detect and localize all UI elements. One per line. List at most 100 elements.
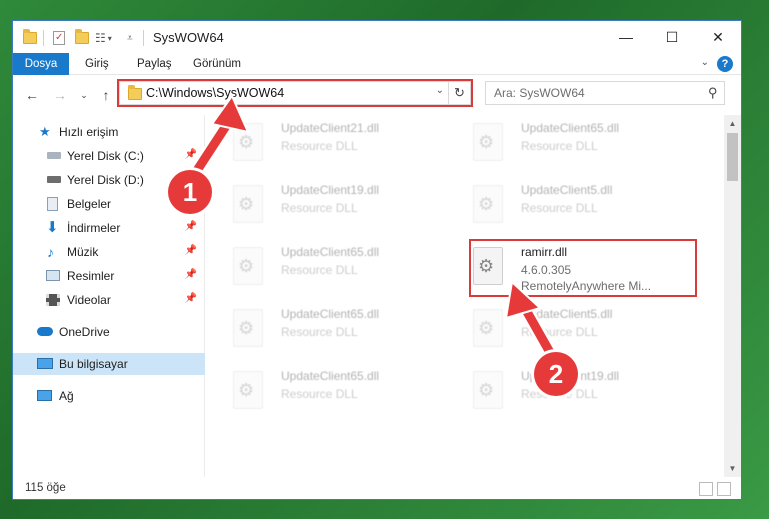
expand-ribbon-icon[interactable]: ⌄ (701, 57, 709, 68)
file-name: UpdateClient65.dll (521, 121, 620, 135)
download-icon: ⬇ (46, 219, 59, 236)
drive-icon (47, 152, 61, 159)
divider (43, 30, 44, 46)
pin-icon[interactable]: 📌 (185, 269, 197, 280)
new-folder-button[interactable] (75, 29, 89, 47)
file-tile[interactable]: UpdateClient65.dll Resource DLL (457, 115, 687, 171)
sidebar-item-label: Yerel Disk (C:) (67, 149, 144, 163)
tab-home[interactable]: Giriş (73, 53, 121, 75)
minimize-button[interactable]: — (603, 21, 649, 53)
sidebar-item-label: OneDrive (59, 325, 110, 339)
quick-access-toolbar (23, 29, 37, 47)
dll-file-icon (473, 123, 503, 161)
customize-icon: ⩡ (127, 32, 133, 44)
tab-file[interactable]: Dosya (13, 53, 69, 75)
documents-icon (47, 197, 58, 211)
dll-file-icon (233, 309, 263, 347)
sidebar-item-label: İndirmeler (67, 221, 121, 235)
dll-file-icon (233, 185, 263, 223)
properties-icon: ✓ (53, 31, 65, 45)
dll-file-icon (473, 309, 503, 347)
forward-button[interactable]: → (51, 85, 69, 105)
callout-badge-1: 1 (168, 170, 212, 214)
file-name: UpdateClient19.dll (281, 183, 380, 197)
search-input[interactable]: Ara: SysWOW64 ⚲ (485, 81, 725, 105)
drive-icon (47, 176, 61, 183)
chevron-down-icon: ▾ (107, 33, 112, 43)
sidebar-item-label: Hızlı erişim (59, 125, 119, 139)
sidebar-item-pictures[interactable]: Resimler 📌 (13, 265, 205, 287)
address-highlight (117, 79, 473, 107)
file-type: Resource DLL (521, 325, 598, 339)
pin-icon[interactable]: 📌 (185, 221, 197, 232)
sidebar-item-onedrive[interactable]: OneDrive (13, 321, 205, 343)
status-bar: 115 öğe (13, 477, 741, 501)
scroll-down-icon[interactable]: ▼ (724, 460, 741, 477)
sidebar-item-music[interactable]: ♪ Müzik 📌 (13, 241, 205, 263)
sidebar-item-label: Yerel Disk (D:) (67, 173, 144, 187)
back-button[interactable]: ← (23, 85, 41, 105)
sidebar-item-quick-access[interactable]: ★ Hızlı erişim (13, 121, 205, 143)
sidebar-item-videos[interactable]: Videolar 📌 (13, 289, 205, 311)
tab-view[interactable]: Görünüm (181, 53, 253, 75)
help-icon[interactable]: ? (717, 56, 733, 72)
title-bar: ✓ ☷ ▾ ⩡ SysWOW64 — ☐ ✕ (13, 21, 741, 53)
file-tile[interactable]: UpdateClient65.dll Resource DLL (217, 301, 447, 357)
file-tile[interactable]: UpdateClient5.dll Resource DLL (457, 177, 687, 233)
maximize-button[interactable]: ☐ (649, 21, 695, 53)
sidebar-item-local-disk-c[interactable]: Yerel Disk (C:) 📌 (13, 145, 205, 167)
dll-file-icon (473, 371, 503, 409)
sidebar-item-label: Resimler (67, 269, 115, 283)
callout-badge-2: 2 (534, 352, 578, 396)
window-title: SysWOW64 (153, 30, 224, 45)
up-button[interactable]: ↑ (97, 85, 115, 105)
file-name: UpdateClient21.dll (281, 121, 380, 135)
tab-share[interactable]: Paylaş (125, 53, 184, 75)
dll-file-icon (233, 247, 263, 285)
folder-icon (23, 29, 37, 44)
file-name: UpdateClient5.dll (521, 183, 613, 197)
dll-file-icon (473, 185, 503, 223)
pictures-icon (46, 270, 60, 281)
file-name: UpdateClient65.dll (281, 369, 380, 383)
file-highlight (469, 239, 697, 297)
sidebar-item-network[interactable]: Ağ (13, 385, 205, 407)
navigation-pane: ★ Hızlı erişim Yerel Disk (C:) 📌 Yerel D… (13, 115, 205, 477)
ribbon-tabs: Dosya Giriş Paylaş Görünüm ⌄ ? (13, 53, 741, 75)
customize-toolbar-button[interactable]: ⩡ (127, 29, 133, 47)
videos-icon (46, 294, 60, 306)
search-icon: ⚲ (708, 85, 718, 100)
file-tile[interactable]: UpdateClient21.dll Resource DLL (217, 115, 447, 171)
pin-icon[interactable]: 📌 (185, 149, 197, 160)
file-tile[interactable]: UpdateClient65.dll Resource DLL (217, 239, 447, 295)
new-folder-icon (75, 29, 89, 44)
pin-icon[interactable]: 📌 (185, 245, 197, 256)
file-tile[interactable]: UpdateClient5.dll Resource DLL (457, 301, 687, 357)
recent-locations-button[interactable]: ⌄ (75, 85, 93, 105)
file-type: Resource DLL (521, 139, 598, 153)
file-name: UpdateClient65.dll (281, 245, 380, 259)
explorer-window: ✓ ☷ ▾ ⩡ SysWOW64 — ☐ ✕ Dosya Giriş Payla… (12, 20, 742, 500)
dll-file-icon (233, 371, 263, 409)
network-icon (37, 390, 52, 401)
sidebar-item-label: Ağ (59, 389, 74, 403)
view-options-button[interactable]: ☷ ▾ (95, 29, 112, 47)
search-placeholder: Ara: SysWOW64 (494, 86, 585, 100)
close-button[interactable]: ✕ (695, 21, 741, 53)
file-type: Resource DLL (281, 139, 358, 153)
item-count: 115 öğe (25, 482, 66, 494)
file-type: Resource DLL (281, 387, 358, 401)
computer-icon (37, 358, 53, 369)
properties-button[interactable]: ✓ (53, 29, 65, 47)
details-view-icon[interactable] (699, 482, 713, 496)
file-type: Resource DLL (281, 201, 358, 215)
sidebar-item-this-pc[interactable]: Bu bilgisayar (13, 353, 205, 375)
tiles-view-icon[interactable] (717, 482, 731, 496)
vertical-scrollbar[interactable]: ▲ ▼ (724, 115, 741, 477)
file-tile[interactable]: UpdateClient65.dll Resource DLL (217, 363, 447, 419)
file-tile[interactable]: UpdateClient19.dll Resource DLL (217, 177, 447, 233)
scroll-thumb[interactable] (727, 133, 738, 181)
sidebar-item-downloads[interactable]: ⬇ İndirmeler 📌 (13, 217, 205, 239)
scroll-up-icon[interactable]: ▲ (724, 115, 741, 132)
pin-icon[interactable]: 📌 (185, 293, 197, 304)
